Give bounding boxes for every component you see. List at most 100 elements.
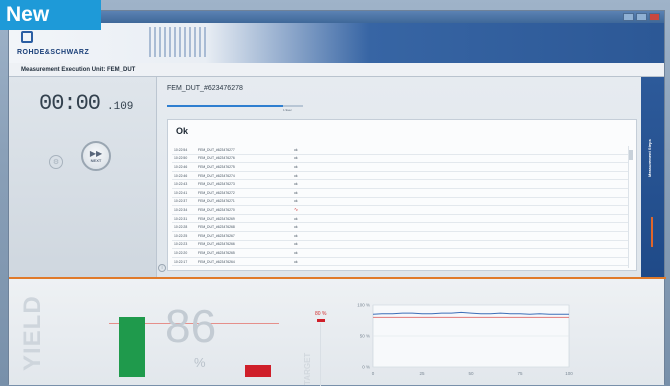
info-icon[interactable]: i (158, 264, 166, 272)
yield-value: 86 (165, 300, 217, 352)
log-dut-name: FEM_DUT_#623476277 (198, 147, 235, 152)
measurement-steps-tab[interactable]: Measurement Steps (641, 77, 664, 277)
timer-display: 00:00 (39, 91, 101, 116)
log-dut-name: FEM_DUT_#623476266 (198, 242, 235, 247)
maximize-button[interactable] (636, 13, 647, 21)
x-tick-label: 0 (372, 371, 375, 376)
scroll-thumb[interactable] (629, 150, 633, 160)
target-value: 80 % (315, 311, 327, 317)
title-bar (9, 11, 664, 23)
log-row[interactable]: 10:22:23 FEM_DUT_#623476266 ok (172, 241, 628, 250)
log-time: 10:22:17 (174, 259, 188, 264)
log-row[interactable]: 10:22:50 FEM_DUT_#623476276 ok (172, 155, 628, 164)
minimize-button[interactable] (623, 13, 634, 21)
settings-icon[interactable]: ⚙ (49, 155, 63, 169)
log-result: ok (294, 242, 298, 247)
yield-label: YIELD (19, 295, 46, 371)
log-time: 10:22:46 (174, 164, 188, 169)
log-time: 10:22:37 (174, 199, 188, 204)
x-tick-label: 100 (565, 371, 573, 376)
x-tick-label: 50 (468, 371, 474, 376)
log-result: ok (294, 233, 298, 238)
close-button[interactable] (649, 13, 660, 21)
control-panel: 00:00 .109 ⚙ ▶▶ NEXT (9, 77, 157, 277)
log-rows: 10:22:54 FEM_DUT_#623476277 ok 10:22:50 FEM_… (172, 146, 628, 267)
log-dut-name: FEM_DUT_#623476273 (198, 182, 235, 187)
side-tab-accent (651, 217, 653, 247)
log-dut-name: FEM_DUT_#623476268 (198, 225, 235, 230)
log-row[interactable]: 10:22:43 FEM_DUT_#623476273 ok (172, 180, 628, 189)
log-time: 10:22:28 (174, 225, 188, 230)
target-marker[interactable] (317, 319, 325, 322)
yield-panel: YIELD 86 % 80 % TARGET 100 % 50 % 0 % 0 25 50… (9, 279, 664, 386)
result-panel: FEM_DUT_#623476278 1.9sec Ok 10:22:54 FEM… (157, 77, 643, 277)
log-result: ok (294, 156, 298, 161)
main-area: 00:00 .109 ⚙ ▶▶ NEXT FEM_DUT_#623476278 … (9, 77, 664, 277)
log-row[interactable]: 10:22:17 FEM_DUT_#623476264 ok (172, 258, 628, 267)
log-scrollbar[interactable] (628, 146, 634, 268)
log-time: 10:22:20 (174, 250, 188, 255)
header-decoration (149, 27, 209, 57)
next-button[interactable]: ▶▶ NEXT (81, 141, 111, 171)
target-track (320, 323, 321, 386)
log-time: 10:22:41 (174, 190, 188, 195)
log-row[interactable]: 10:22:46 FEM_DUT_#623476275 ok (172, 163, 628, 172)
log-row[interactable]: 10:22:54 FEM_DUT_#623476277 ok (172, 146, 628, 155)
log-dut-name: FEM_DUT_#623476270 (198, 207, 235, 212)
log-result: ok (294, 173, 298, 178)
fast-forward-icon: ▶▶ (89, 148, 103, 158)
target-label: TARGET (303, 352, 312, 385)
yield-trend-chart: 100 % 50 % 0 %0 25 50 75 100 (357, 303, 573, 377)
log-dut-name: FEM_DUT_#623476267 (198, 233, 235, 238)
log-dut-name: FEM_DUT_#623476269 (198, 216, 235, 221)
log-result: ok (294, 216, 298, 221)
progress-bar (167, 105, 303, 107)
log-result: ok (294, 164, 298, 169)
log-dut-name: FEM_DUT_#623476265 (198, 250, 235, 255)
log-dut-name: FEM_DUT_#623476264 (198, 259, 235, 264)
log-result: ok (294, 250, 298, 255)
log-time: 10:22:25 (174, 233, 188, 238)
log-row[interactable]: 10:22:46 FEM_DUT_#623476274 ok (172, 172, 628, 181)
brand-name: ROHDE&SCHWARZ (17, 49, 90, 56)
log-row[interactable]: 10:22:37 FEM_DUT_#623476271 ok (172, 198, 628, 207)
log-result: ok (294, 199, 298, 204)
log-row[interactable]: 10:22:41 FEM_DUT_#623476272 ok (172, 189, 628, 198)
log-row[interactable]: 10:22:28 FEM_DUT_#623476268 ok (172, 223, 628, 232)
log-dut-name: FEM_DUT_#623476276 (198, 156, 235, 161)
log-result: ok (294, 190, 298, 195)
progress-label: 1.9sec (283, 108, 292, 112)
log-time: 10:22:31 (174, 216, 188, 221)
app-window: ROHDE&SCHWARZ Measurement Execution Unit… (8, 10, 666, 386)
yield-unit: % (194, 355, 206, 370)
pass-bar (119, 317, 145, 377)
log-row[interactable]: 10:22:25 FEM_DUT_#623476267 ok (172, 232, 628, 241)
app-header: ROHDE&SCHWARZ (9, 23, 664, 63)
log-dut-name: FEM_DUT_#623476272 (198, 190, 235, 195)
x-tick-label: 75 (517, 371, 523, 376)
log-time: 10:22:34 (174, 207, 188, 212)
y-tick-label: 0 % (362, 365, 370, 370)
progress-fill (167, 105, 283, 107)
log-row[interactable]: 10:22:34 FEM_DUT_#623476270 ∿ (172, 206, 628, 215)
log-result: ok (294, 147, 298, 152)
side-tab-label: Measurement Steps (647, 139, 652, 177)
y-tick-label: 50 % (360, 334, 370, 339)
log-time: 10:22:46 (174, 173, 188, 178)
log-dut-name: FEM_DUT_#623476274 (198, 173, 235, 178)
dut-title: FEM_DUT_#623476278 (167, 85, 243, 92)
brand-logo-icon (21, 31, 33, 43)
x-tick-label: 25 (419, 371, 425, 376)
log-dut-name: FEM_DUT_#623476275 (198, 164, 235, 169)
timer-milliseconds: .109 (107, 101, 134, 113)
log-row[interactable]: 10:22:20 FEM_DUT_#623476265 ok (172, 249, 628, 258)
log-time: 10:22:23 (174, 242, 188, 247)
next-button-label: NEXT (90, 157, 102, 163)
y-tick-label: 100 % (357, 303, 370, 308)
log-result: ∿ (294, 206, 299, 213)
log-row[interactable]: 10:22:31 FEM_DUT_#623476269 ok (172, 215, 628, 224)
new-badge: New (0, 0, 101, 30)
target-slider[interactable]: 80 % TARGET (301, 297, 329, 386)
log-result: ok (294, 182, 298, 187)
fail-bar (245, 365, 271, 377)
